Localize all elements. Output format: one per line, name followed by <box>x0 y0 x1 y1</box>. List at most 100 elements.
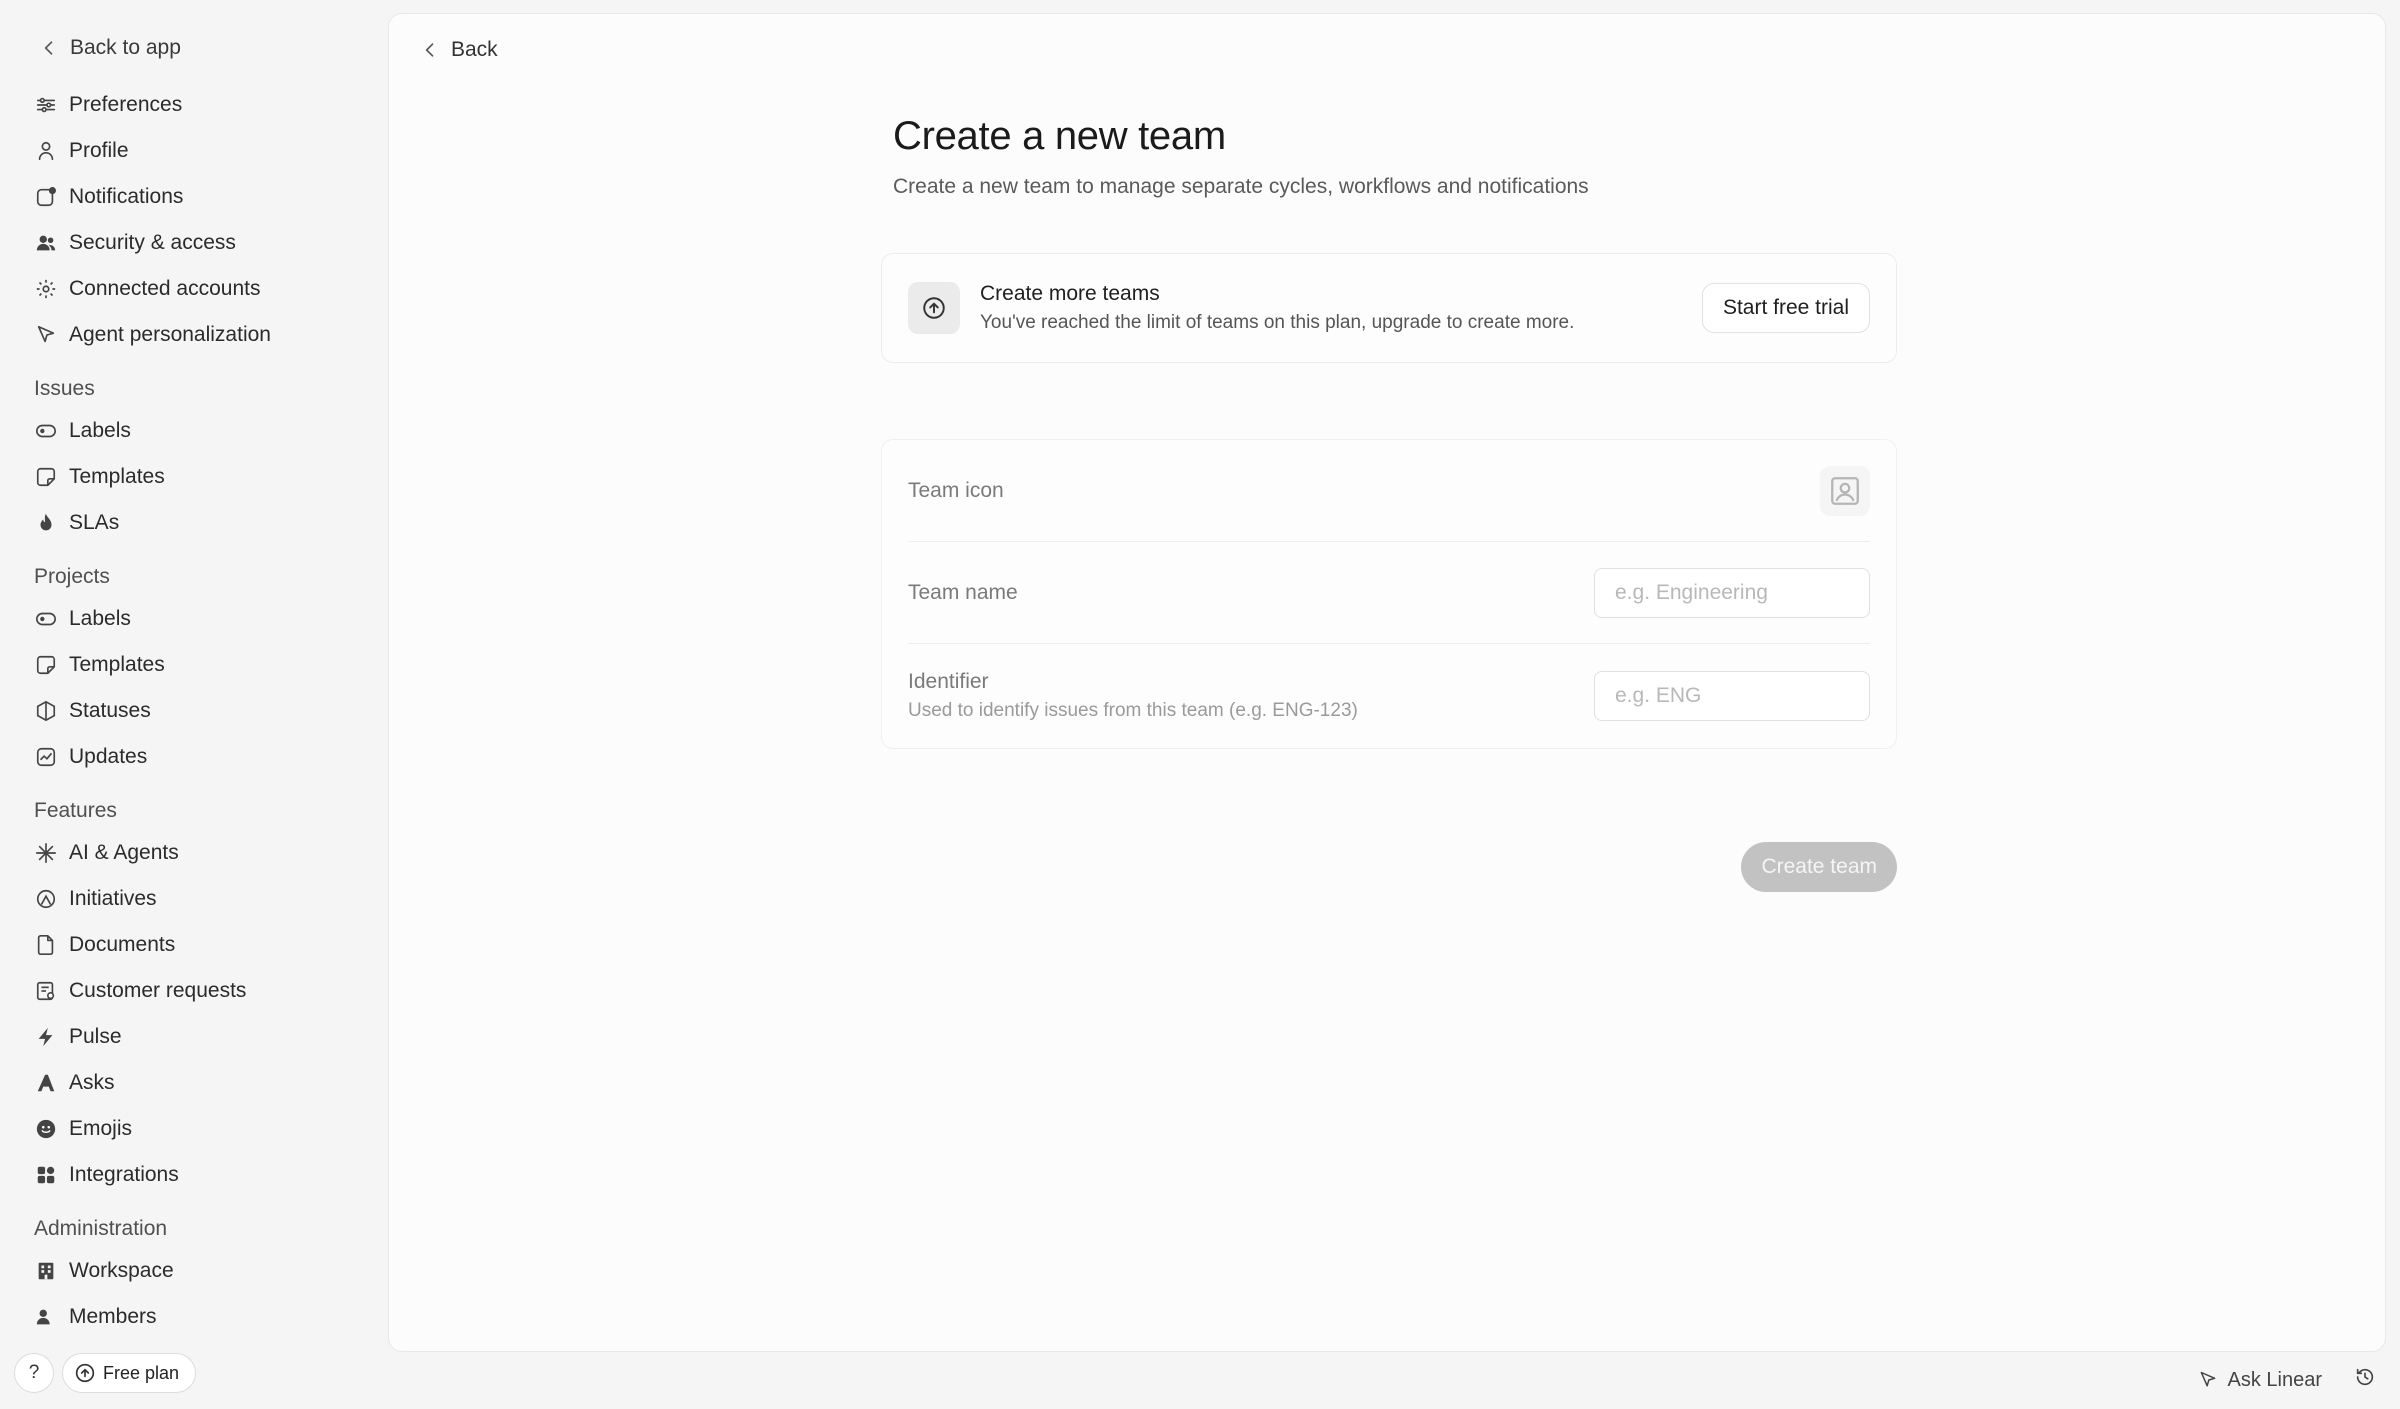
sidebar-item-workspace[interactable]: Workspace <box>34 1248 387 1294</box>
history-button[interactable] <box>2354 1366 2376 1394</box>
sidebar-item-documents[interactable]: Documents <box>34 922 387 968</box>
upgrade-icon <box>908 282 960 334</box>
issues-nav: Labels Templates SLAs <box>34 408 387 546</box>
identifier-label-group: Identifier Used to identify issues from … <box>908 670 1358 722</box>
back-button[interactable]: Back <box>419 38 498 62</box>
sidebar-item-label: Preferences <box>69 93 183 116</box>
settings-sidebar: Back to app Preferences Profile Notifica… <box>0 0 387 1409</box>
users-icon <box>34 231 58 255</box>
sidebar-item-label: Connected accounts <box>69 277 261 300</box>
grid-icon <box>34 1163 58 1187</box>
initiative-icon <box>34 887 58 911</box>
sidebar-item-updates[interactable]: Updates <box>34 734 387 780</box>
sidebar-item-label: SLAs <box>69 511 120 534</box>
sidebar-item-agent-personalization[interactable]: Agent personalization <box>34 312 387 358</box>
back-to-app-label: Back to app <box>70 36 181 59</box>
free-plan-button[interactable]: Free plan <box>62 1353 197 1393</box>
hexagon-icon <box>34 699 58 723</box>
team-avatar-icon <box>1831 476 1859 505</box>
note-icon <box>34 653 58 677</box>
tag-icon <box>34 419 58 443</box>
team-name-label: Team name <box>908 580 1018 604</box>
history-icon <box>2356 1368 2374 1386</box>
sidebar-item-connected-accounts[interactable]: Connected accounts <box>34 266 387 312</box>
account-nav: Preferences Profile Notifications Securi… <box>34 82 387 358</box>
sidebar-item-members[interactable]: Members <box>34 1294 387 1340</box>
team-icon-row: Team icon <box>908 440 1870 542</box>
sidebar-item-emojis[interactable]: Emojis <box>34 1106 387 1152</box>
sidebar-item-issue-labels[interactable]: Labels <box>34 408 387 454</box>
identifier-label: Identifier <box>908 670 989 693</box>
free-plan-label: Free plan <box>103 1362 180 1383</box>
note-icon <box>34 465 58 489</box>
identifier-input[interactable] <box>1594 671 1870 721</box>
sidebar-item-asks[interactable]: Asks <box>34 1060 387 1106</box>
document-icon <box>34 933 58 957</box>
sidebar-item-label: Templates <box>69 465 165 488</box>
sidebar-item-label: Labels <box>69 607 131 630</box>
sidebar-item-issue-templates[interactable]: Templates <box>34 454 387 500</box>
sidebar-item-profile[interactable]: Profile <box>34 128 387 174</box>
sidebar-item-project-labels[interactable]: Labels <box>34 596 387 642</box>
section-title-administration: Administration <box>34 1217 168 1240</box>
cursor-icon <box>34 323 58 347</box>
sidebar-item-label: AI & Agents <box>69 841 179 864</box>
sidebar-item-project-templates[interactable]: Templates <box>34 642 387 688</box>
section-title-issues: Issues <box>34 377 95 400</box>
notification-icon <box>34 185 58 209</box>
create-team-button[interactable]: Create team <box>1741 842 1897 892</box>
bottom-right-bar: Ask Linear <box>2198 1366 2377 1394</box>
upgrade-banner-title: Create more teams <box>980 282 1160 305</box>
sidebar-item-preferences[interactable]: Preferences <box>34 82 387 128</box>
back-label: Back <box>451 38 498 61</box>
sidebar-item-label: Pulse <box>69 1025 122 1048</box>
team-icon-label: Team icon <box>908 478 1004 502</box>
sliders-icon <box>34 93 58 117</box>
section-title-projects: Projects <box>34 565 110 588</box>
sidebar-item-label: Integrations <box>69 1163 179 1186</box>
sidebar-item-label: Statuses <box>69 699 151 722</box>
emoji-icon <box>34 1117 58 1141</box>
sparkle-icon <box>34 841 58 865</box>
flame-icon <box>34 511 58 535</box>
sidebar-bottom-bar: ? Free plan <box>14 1353 197 1393</box>
sidebar-item-integrations[interactable]: Integrations <box>34 1152 387 1198</box>
upgrade-icon <box>75 1363 95 1383</box>
main-panel: Back Create a new team Create a new team… <box>388 13 2386 1352</box>
upgrade-banner-description: You've reached the limit of teams on thi… <box>980 312 1575 333</box>
administration-nav: Workspace Members <box>34 1248 387 1340</box>
sidebar-item-customer-requests[interactable]: Customer requests <box>34 968 387 1014</box>
team-name-input[interactable] <box>1594 567 1870 618</box>
sidebar-item-label: Security & access <box>69 231 236 254</box>
ask-linear-label: Ask Linear <box>2227 1368 2323 1391</box>
gear-icon <box>34 277 58 301</box>
sidebar-item-label: Asks <box>69 1071 115 1094</box>
identifier-hint: Used to identify issues from this team (… <box>908 700 1358 721</box>
asks-icon <box>34 1071 58 1095</box>
sidebar-item-notifications[interactable]: Notifications <box>34 174 387 220</box>
sidebar-item-label: Updates <box>69 745 148 768</box>
back-to-app-link[interactable]: Back to app <box>34 33 387 63</box>
start-free-trial-button[interactable]: Start free trial <box>1701 283 1870 333</box>
sidebar-item-label: Templates <box>69 653 165 676</box>
team-name-row: Team name <box>908 542 1870 644</box>
sidebar-item-slas[interactable]: SLAs <box>34 500 387 546</box>
ask-linear-button[interactable]: Ask Linear <box>2198 1368 2323 1392</box>
chevron-left-icon <box>38 37 60 59</box>
sidebar-item-label: Initiatives <box>69 887 157 910</box>
pulse-icon <box>34 1025 58 1049</box>
sidebar-item-initiatives[interactable]: Initiatives <box>34 876 387 922</box>
sidebar-item-statuses[interactable]: Statuses <box>34 688 387 734</box>
help-button[interactable]: ? <box>14 1353 54 1393</box>
sidebar-item-security[interactable]: Security & access <box>34 220 387 266</box>
members-icon <box>34 1305 58 1329</box>
sidebar-item-pulse[interactable]: Pulse <box>34 1014 387 1060</box>
section-title-features: Features <box>34 799 117 822</box>
sidebar-item-label: Notifications <box>69 185 184 208</box>
sidebar-item-label: Members <box>69 1305 157 1328</box>
sidebar-item-label: Workspace <box>69 1259 174 1282</box>
chart-icon <box>34 745 58 769</box>
sidebar-item-ai-agents[interactable]: AI & Agents <box>34 830 387 876</box>
team-icon-picker[interactable] <box>1820 465 1870 516</box>
cursor-icon <box>2200 1371 2215 1387</box>
